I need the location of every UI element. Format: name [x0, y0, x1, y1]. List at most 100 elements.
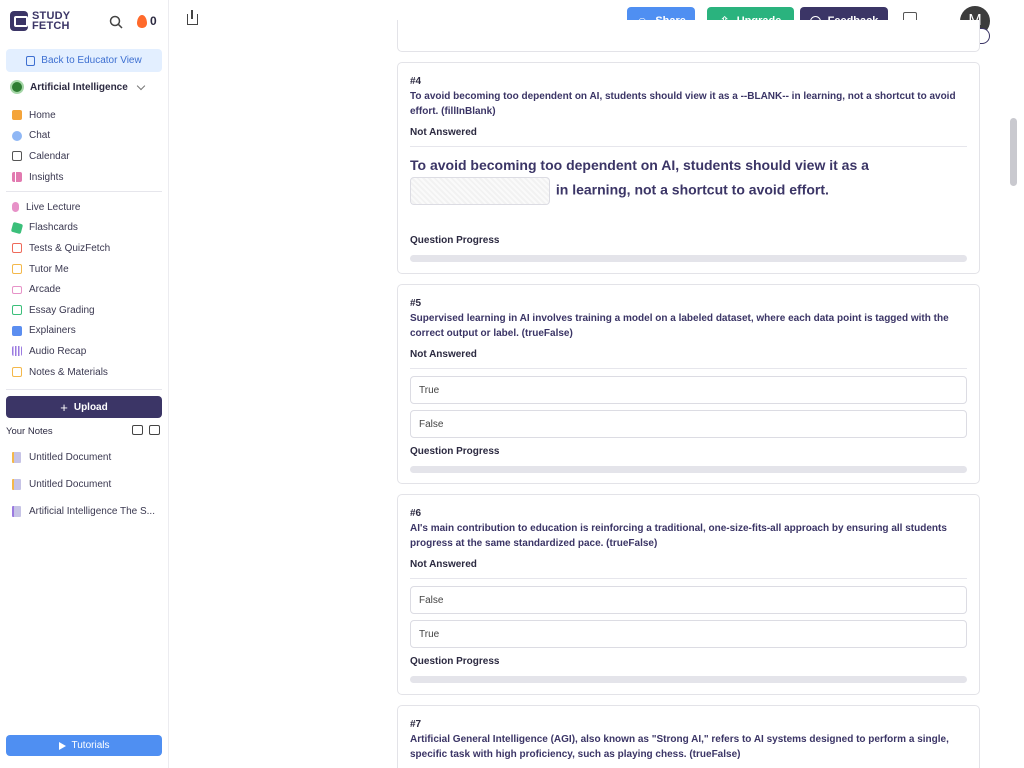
calendar-icon: [12, 151, 22, 162]
prompt-before: To avoid becoming too dependent on AI, s…: [410, 157, 869, 173]
sidebar-item-tutor-me[interactable]: Tutor Me: [0, 259, 169, 280]
sidebar-item-flashcards[interactable]: Flashcards: [0, 218, 169, 239]
document-icon: [12, 506, 21, 517]
tutor-icon: [12, 264, 22, 275]
progress-label: Question Progress: [410, 656, 500, 667]
subject-icon: [10, 80, 24, 94]
subject-selector[interactable]: Artificial Intelligence: [10, 80, 146, 94]
prompt-after: in learning, not a shortcut to avoid eff…: [555, 181, 829, 198]
sidebar: STUDY FETCH 0 Back to Educator View Arti…: [0, 0, 169, 768]
note-title: Untitled Document: [29, 452, 112, 463]
sidebar-item-calendar[interactable]: Calendar: [0, 146, 169, 167]
progress-label: Question Progress: [410, 446, 500, 457]
back-to-educator-button[interactable]: Back to Educator View: [6, 49, 162, 72]
panel-icon: [26, 55, 36, 66]
tutorials-label: Tutorials: [71, 740, 110, 751]
notes-icon: [12, 367, 22, 378]
progress-label: Question Progress: [410, 235, 500, 246]
sidebar-item-label: Tutor Me: [29, 263, 69, 275]
flashcards-icon: [10, 221, 24, 235]
question-text: Supervised learning in AI involves train…: [410, 313, 949, 339]
insights-icon: [12, 172, 22, 183]
sidebar-item-label: Arcade: [29, 284, 61, 296]
sidebar-item-tests[interactable]: Tests & QuizFetch: [0, 238, 169, 259]
note-item[interactable]: Untitled Document: [12, 452, 111, 463]
note-item[interactable]: Artificial Intelligence The S...: [12, 506, 155, 517]
sidebar-item-label: Notes & Materials: [29, 366, 108, 378]
question-card: #5 Supervised learning in AI involves tr…: [397, 284, 980, 484]
question-card: #6 AI's main contribution to education i…: [397, 494, 980, 695]
essay-icon: [12, 305, 22, 316]
question-text: To avoid becoming too dependent on AI, s…: [410, 91, 956, 117]
answer-option[interactable]: False: [410, 586, 967, 614]
main-nav: Home Chat Calendar Insights: [0, 105, 169, 187]
sidebar-item-label: Calendar: [29, 150, 70, 162]
sidebar-item-arcade[interactable]: Arcade: [0, 279, 169, 300]
sidebar-item-notes-materials[interactable]: Notes & Materials: [0, 362, 169, 383]
educator-label: Back to Educator View: [41, 55, 142, 66]
question-card: #4 To avoid becoming too dependent on AI…: [397, 62, 980, 274]
tutorials-button[interactable]: Tutorials: [6, 735, 162, 756]
audio-wave-icon: [12, 346, 22, 357]
pencil-icon: [12, 243, 22, 254]
sidebar-item-label: Tests & QuizFetch: [29, 242, 111, 254]
scrollbar-thumb[interactable]: [1010, 118, 1017, 186]
studyfetch-logo[interactable]: STUDY FETCH: [10, 11, 70, 32]
progress-bar: [410, 676, 967, 683]
sidebar-item-label: Home: [29, 109, 56, 121]
play-icon: [58, 741, 66, 750]
upload-button[interactable]: + Upload: [6, 396, 162, 418]
question-number: #7: [410, 719, 422, 730]
document-icon: [12, 452, 21, 463]
sidebar-item-label: Chat: [29, 130, 51, 142]
note-item[interactable]: Untitled Document: [12, 479, 111, 490]
streak-counter[interactable]: 0: [137, 14, 157, 28]
answer-option[interactable]: False: [410, 410, 967, 438]
upload-label: Upload: [73, 401, 108, 413]
share-upload-icon[interactable]: [187, 10, 198, 25]
sidebar-item-label: Insights: [29, 171, 64, 183]
answer-status: Not Answered: [410, 349, 477, 360]
question-number: #6: [410, 508, 422, 519]
sidebar-item-label: Audio Recap: [29, 345, 87, 357]
flame-icon: [137, 14, 147, 28]
answer-option[interactable]: True: [410, 376, 967, 404]
progress-bar: [410, 466, 967, 473]
logo-icon: [10, 11, 28, 31]
fill-in-blank-prompt: To avoid becoming too dependent on AI, s…: [410, 153, 950, 205]
question-number: #4: [410, 76, 422, 87]
note-title: Untitled Document: [29, 479, 112, 490]
sidebar-item-label: Flashcards: [29, 222, 78, 234]
question-text: Artificial General Intelligence (AGI), a…: [410, 734, 949, 760]
answer-status: Not Answered: [410, 127, 477, 138]
chevron-down-icon: [136, 81, 146, 90]
question-card-previous: [397, 20, 980, 52]
sidebar-item-live-lecture[interactable]: Live Lecture: [0, 197, 169, 218]
search-icon[interactable]: [109, 15, 123, 29]
card-divider: [410, 368, 967, 369]
sidebar-item-essay-grading[interactable]: Essay Grading: [0, 300, 169, 321]
answer-status: Not Answered: [410, 559, 477, 570]
logo-line-2: FETCH: [32, 20, 70, 32]
sidebar-divider: [6, 389, 162, 390]
blank-input[interactable]: [410, 177, 550, 205]
sidebar-item-label: Live Lecture: [26, 201, 81, 213]
microphone-icon: [12, 202, 19, 213]
add-folder-icon[interactable]: [149, 425, 160, 435]
sidebar-item-audio-recap[interactable]: Audio Recap: [0, 341, 169, 362]
streak-count: 0: [150, 14, 157, 28]
sidebar-item-chat[interactable]: Chat: [0, 126, 169, 147]
clapperboard-icon: [12, 325, 22, 336]
question-card: #7 Artificial General Intelligence (AGI)…: [397, 705, 980, 768]
sidebar-item-home[interactable]: Home: [0, 105, 169, 126]
sidebar-item-explainers[interactable]: Explainers: [0, 321, 169, 342]
qr-code-icon[interactable]: [132, 425, 143, 435]
sidebar-item-insights[interactable]: Insights: [0, 167, 169, 188]
tools-nav: Live Lecture Flashcards Tests & QuizFetc…: [0, 197, 169, 382]
progress-bar: [410, 255, 967, 262]
answer-option[interactable]: True: [410, 620, 967, 648]
note-title: Artificial Intelligence The S...: [29, 506, 155, 517]
home-icon: [12, 110, 22, 121]
sidebar-item-label: Essay Grading: [29, 304, 95, 316]
subject-name: Artificial Intelligence: [30, 81, 128, 93]
